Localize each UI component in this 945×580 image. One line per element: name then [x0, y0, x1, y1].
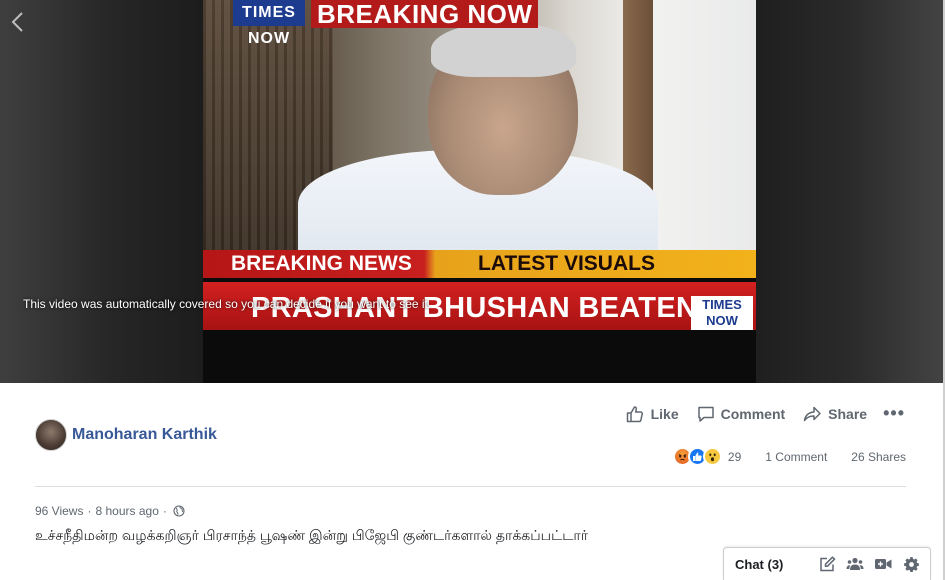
like-button[interactable]: Like	[626, 405, 679, 423]
comment-count-link[interactable]: 1 Comment	[765, 450, 827, 464]
thumbs-up-icon	[626, 405, 643, 422]
group-icon[interactable]	[846, 556, 864, 572]
breaking-now-banner: BREAKING NOW	[311, 0, 539, 28]
comment-button[interactable]: Comment	[697, 405, 786, 423]
video-frame[interactable]: TIMES NOW BREAKING NOW BREAKING NEWS LAT…	[203, 0, 756, 383]
meta-separator: ·	[87, 504, 92, 518]
meta-separator-2: ·	[162, 504, 167, 518]
video-covered-notice: This video was automatically covered so …	[23, 297, 432, 311]
video-call-icon[interactable]	[874, 556, 893, 572]
globe-icon[interactable]	[173, 505, 185, 517]
ticker-breaking-news: BREAKING NEWS	[231, 252, 412, 275]
divider	[35, 486, 906, 487]
comment-bubble-icon	[697, 406, 714, 422]
author-name-link[interactable]: Manoharan Karthik	[72, 426, 217, 444]
channel-logo-bottom: TIMES NOW	[691, 296, 753, 330]
chat-icons	[819, 556, 930, 573]
reactions-summary[interactable]	[672, 447, 722, 466]
settings-gear-icon[interactable]	[903, 556, 920, 573]
share-label: Share	[828, 405, 868, 422]
reaction-count[interactable]: 29	[728, 450, 741, 464]
back-arrow-icon[interactable]	[8, 10, 28, 34]
comment-label: Comment	[720, 405, 786, 422]
post-timestamp[interactable]: 8 hours ago	[95, 504, 158, 518]
video-player[interactable]: TIMES NOW BREAKING NOW BREAKING NEWS LAT…	[0, 0, 943, 383]
ticker-latest-visuals: LATEST VISUALS	[478, 252, 655, 275]
post-message: உச்சநீதிமன்ற வழக்கறிஞர் பிரசாந்த் பூஷண் …	[35, 527, 589, 543]
post-author: Manoharan Karthik	[35, 419, 217, 451]
post-meta: 96 Views · 8 hours ago ·	[35, 504, 185, 518]
share-count-link[interactable]: 26 Shares	[851, 450, 906, 464]
post-stats: 29 1 Comment 26 Shares	[672, 447, 906, 466]
share-arrow-icon	[803, 406, 821, 421]
person-hair-graphic	[431, 22, 576, 77]
view-count: 96 Views	[35, 504, 84, 518]
avatar[interactable]	[35, 419, 67, 451]
action-bar: Like Comment Share •••	[608, 403, 905, 424]
more-options-icon[interactable]: •••	[883, 403, 905, 424]
compose-icon[interactable]	[819, 556, 836, 572]
wow-reaction-icon	[702, 447, 722, 466]
channel-logo-top: TIMES NOW	[233, 0, 305, 47]
like-label: Like	[650, 405, 679, 422]
chat-bar[interactable]: Chat (3)	[723, 547, 931, 580]
share-button[interactable]: Share	[803, 405, 867, 423]
chat-label[interactable]: Chat (3)	[735, 557, 819, 572]
